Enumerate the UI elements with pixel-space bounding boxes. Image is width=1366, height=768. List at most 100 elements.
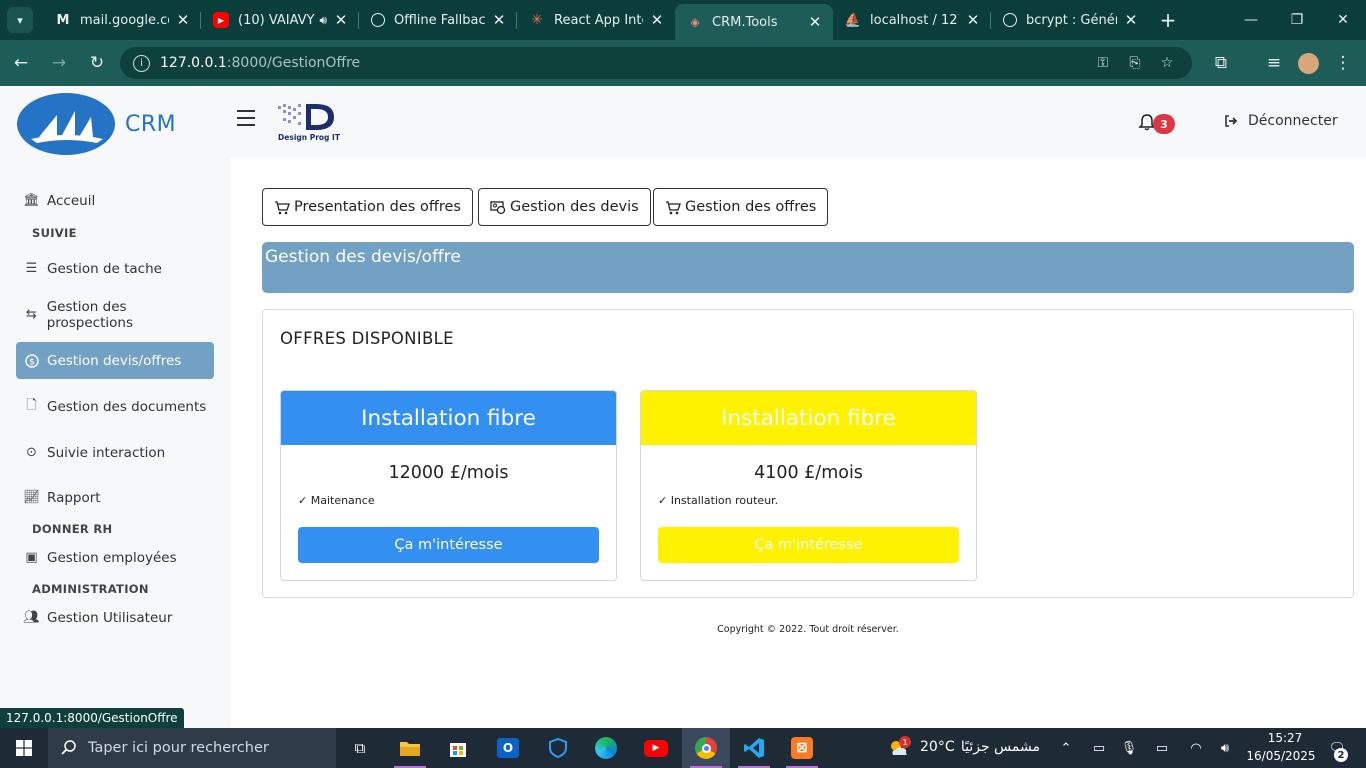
key-icon[interactable]: ⚿	[1091, 47, 1115, 79]
start-button[interactable]	[0, 728, 48, 768]
close-icon[interactable]: ✕	[1123, 11, 1139, 29]
close-icon[interactable]: ✕	[807, 13, 823, 31]
dp-logo-text: Design Prog IT	[278, 133, 340, 142]
restore-button[interactable]: ❐	[1274, 0, 1320, 40]
arrows-icon: ⇆	[25, 307, 37, 322]
offer-card: Installation fibre 4100 £/mois ✓ Install…	[640, 390, 977, 581]
interest-button[interactable]: Ça m'intéresse	[658, 527, 959, 563]
tab-search-button[interactable]: ▾	[7, 7, 33, 33]
presentation-offres-button[interactable]: Presentation des offres	[262, 188, 473, 226]
logout-icon	[1225, 115, 1238, 127]
taskbar-search[interactable]: Taper ici pour rechercher	[48, 728, 336, 768]
weather-temp[interactable]: 20°C	[920, 739, 955, 755]
reload-button[interactable]: ↻	[80, 46, 114, 80]
tab-title: localhost / 127.0	[870, 12, 959, 28]
taskbar-explorer[interactable]	[386, 728, 434, 768]
forward-button[interactable]: →	[42, 46, 76, 80]
weather-icon[interactable]	[886, 728, 912, 768]
browser-tab[interactable]: bcrypt : Générat ✕	[991, 0, 1149, 40]
reload-icon: ↻	[89, 53, 105, 73]
sidebar-item-rapport[interactable]: 📈︎ Rapport	[16, 479, 214, 516]
media-button[interactable]: ≡	[1257, 46, 1291, 80]
tab-title: Offline Fallback	[394, 12, 485, 28]
taskbar: Taper ici pour rechercher ⧉ O ▶ ⊠ 1 20°C…	[0, 728, 1366, 768]
new-tab-button[interactable]: +	[1153, 8, 1183, 32]
task-view-button[interactable]: ⧉	[336, 728, 384, 768]
sidebar-item-devis-offres[interactable]: $ Gestion devis/offres	[16, 342, 214, 379]
weather-text[interactable]: مشمس جزئيًا	[960, 739, 1040, 755]
sidebar-section-suivie: SUIVIE	[32, 226, 77, 240]
close-icon[interactable]: ✕	[649, 11, 665, 29]
crm-logo[interactable]	[17, 93, 115, 155]
section-title: OFFRES DISPONIBLE	[280, 329, 454, 348]
taskbar-store[interactable]	[434, 728, 482, 768]
battery-icon[interactable]: ▭	[1150, 728, 1174, 768]
browser-tab-active[interactable]: ◈ CRM.Tools ✕	[675, 4, 833, 40]
sidebar-item-taches[interactable]: ☰ Gestion de tache	[16, 250, 214, 287]
taskbar-chrome[interactable]	[682, 728, 730, 768]
offer-title: Installation fibre	[641, 391, 976, 445]
speaker-icon[interactable]: 🔊︎	[319, 13, 327, 28]
sidebar-item-documents[interactable]: 🗋︎ Gestion des documents	[16, 388, 214, 425]
sidebar-item-interaction[interactable]: ⊙ Suivie interaction	[16, 434, 214, 471]
sidebar-item-accueil[interactable]: 🏛︎ Acceuil	[16, 182, 214, 219]
sidebar-item-label: Gestion Utilisateur	[47, 609, 173, 626]
taskbar-outlook[interactable]: O	[484, 728, 532, 768]
phpmyadmin-icon: ⛵	[844, 12, 862, 28]
close-window-button[interactable]: ✕	[1320, 0, 1366, 40]
menu-button[interactable]: ⋮	[1326, 46, 1360, 80]
minimize-button[interactable]: —	[1228, 0, 1274, 40]
profile-avatar[interactable]	[1298, 53, 1319, 74]
offer-price: 4100 £/mois	[754, 463, 863, 483]
site-info-icon[interactable]: i	[133, 54, 150, 72]
chevron-up-icon[interactable]: ⌃	[1054, 728, 1078, 768]
clock-date[interactable]: 16/05/2025	[1246, 749, 1316, 763]
wifi-icon[interactable]: ◠	[1184, 728, 1208, 768]
close-icon[interactable]: ✕	[333, 11, 349, 29]
youtube-icon: ▶	[644, 739, 668, 757]
sidebar-item-utilisateur[interactable]: 👥︎ Gestion Utilisateur	[16, 599, 214, 636]
sidebar-item-prospections[interactable]: ⇆ Gestion des prospections	[16, 296, 214, 333]
translate-icon[interactable]: ⎘	[1123, 47, 1147, 79]
tab-title: React App Interf	[554, 12, 643, 28]
tab-title: mail.google.com	[80, 12, 169, 28]
close-icon[interactable]: ✕	[965, 11, 981, 29]
close-icon[interactable]: ✕	[175, 11, 191, 29]
youtube-icon: ▶	[213, 12, 229, 28]
browser-tab[interactable]: Offline Fallback ✕	[359, 0, 517, 40]
file-icon: 🗋︎	[26, 397, 37, 413]
browser-tab[interactable]: ⛵ localhost / 127.0 ✕	[833, 0, 991, 40]
browser-toolbar: ← → ↻ i 127.0.0.1:8000/GestionOffre ⚿ ⎘ …	[0, 40, 1366, 86]
star-icon[interactable]: ☆	[1155, 47, 1179, 79]
browser-tab[interactable]: ✳ React App Interf ✕	[517, 0, 675, 40]
gestion-offres-button[interactable]: Gestion des offres	[653, 188, 829, 226]
more-vert-icon: ⋮	[1334, 53, 1352, 73]
restore-icon: ❐	[1290, 12, 1304, 28]
sidebar-item-employees[interactable]: ▣ Gestion employées	[16, 539, 214, 576]
microphone-icon[interactable]: 🎙︎	[1117, 728, 1141, 768]
minimize-icon: —	[1244, 12, 1258, 28]
taskbar-xampp[interactable]: ⊠	[778, 728, 826, 768]
interest-button[interactable]: Ça m'intéresse	[298, 527, 599, 563]
meet-icon[interactable]: ▭	[1087, 728, 1111, 768]
volume-icon[interactable]: 🔊︎	[1213, 728, 1237, 768]
taskbar-vscode[interactable]	[730, 728, 778, 768]
menu-toggle-button[interactable]	[237, 110, 255, 126]
taskbar-defender[interactable]	[534, 728, 582, 768]
globe-icon	[1003, 13, 1017, 27]
close-icon[interactable]: ✕	[491, 11, 507, 29]
browser-tab[interactable]: M mail.google.com ✕	[43, 0, 201, 40]
puzzle-icon: ⧉	[1214, 53, 1228, 73]
gmail-icon: M	[56, 12, 70, 28]
browser-tab[interactable]: ▶ (10) VAIAVY 🔊︎ ✕	[201, 0, 359, 40]
gestion-devis-button[interactable]: Gestion des devis	[478, 188, 651, 226]
address-bar[interactable]: i 127.0.0.1:8000/GestionOffre ⚿ ⎘ ☆	[120, 47, 1192, 79]
clock-time[interactable]: 15:27	[1262, 731, 1308, 745]
taskbar-youtube[interactable]: ▶	[632, 728, 680, 768]
target-icon: ⊙	[26, 445, 37, 460]
taskbar-edge[interactable]	[582, 728, 630, 768]
logout-button[interactable]: Déconnecter	[1224, 113, 1338, 129]
extensions-button[interactable]: ⧉	[1204, 46, 1238, 80]
design-prog-logo: Design Prog IT	[276, 102, 342, 148]
back-button[interactable]: ←	[4, 46, 38, 80]
